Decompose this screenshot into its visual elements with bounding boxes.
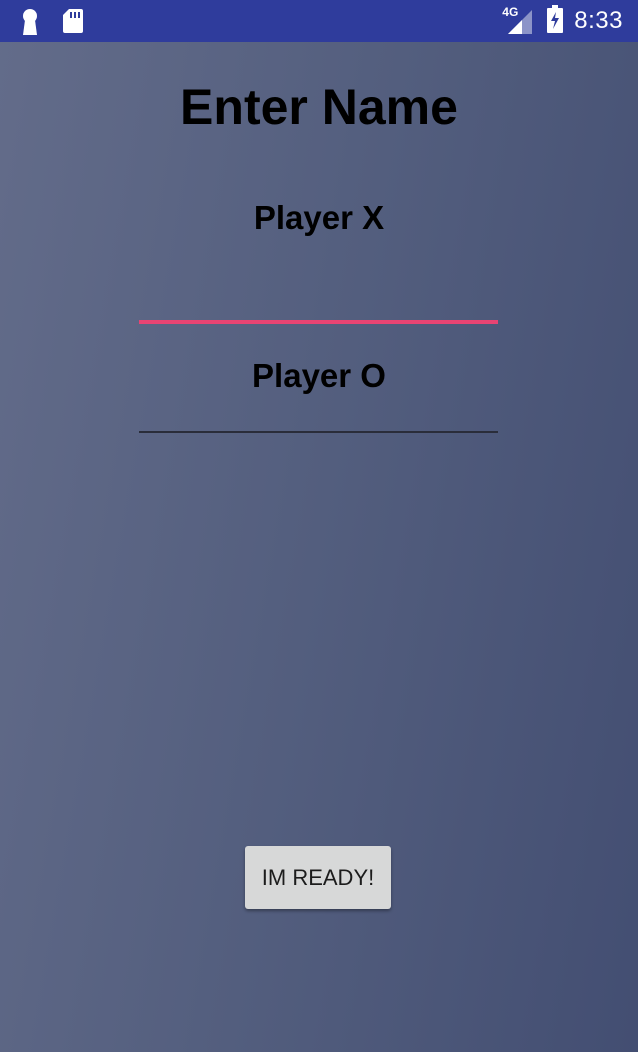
signal-icon: 4G xyxy=(502,6,534,36)
sd-card-icon xyxy=(62,8,84,39)
player-x-name-input[interactable] xyxy=(139,270,498,324)
im-ready-button[interactable]: IM READY! xyxy=(245,846,391,909)
page-title: Enter Name xyxy=(180,79,458,135)
player-o-label: Player O xyxy=(252,357,386,394)
status-time: 8:33 xyxy=(574,7,623,34)
player-o-name-input[interactable] xyxy=(139,392,498,433)
keyhole-icon xyxy=(20,8,40,41)
player-x-label: Player X xyxy=(253,199,385,236)
status-bar: 4G 8:33 xyxy=(0,0,638,42)
battery-charging-icon xyxy=(546,4,564,38)
